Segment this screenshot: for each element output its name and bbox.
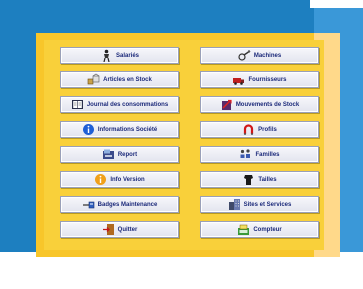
sites-services-label: Sites et Services: [243, 201, 292, 208]
tailles-label: Tailles: [258, 176, 277, 183]
info-icon: [82, 123, 95, 136]
corner-gap: [310, 0, 363, 8]
quitter-button[interactable]: Quitter: [60, 221, 179, 238]
info-societe-label: Informations Société: [97, 126, 158, 133]
articles-stock-label: Articles en Stock: [103, 76, 152, 83]
boxes-icon: [87, 73, 100, 86]
tailles-button[interactable]: Tailles: [200, 171, 319, 188]
articles-stock-button[interactable]: Articles en Stock: [60, 71, 179, 88]
info-version-label: Info Version: [110, 176, 145, 183]
familles-label: Familles: [255, 151, 280, 158]
version-info-icon: [94, 173, 107, 186]
counter-icon: [237, 223, 250, 236]
journal-button[interactable]: Journal des consommations: [60, 96, 179, 113]
fournisseurs-label: Fournisseurs: [248, 76, 287, 83]
app-window: Salariés Articles en Stock Journal des c…: [0, 0, 363, 289]
info-version-button[interactable]: Info Version: [60, 171, 179, 188]
journal-label: Journal des consommations: [86, 101, 169, 108]
report-button[interactable]: Report: [60, 146, 179, 163]
magnet-icon: [242, 123, 255, 136]
badges-maintenance-button[interactable]: Badges Maintenance: [60, 196, 179, 213]
building-icon: [228, 198, 241, 211]
fournisseurs-button[interactable]: Fournisseurs: [200, 71, 319, 88]
profils-button[interactable]: Profils: [200, 121, 319, 138]
profils-label: Profils: [258, 126, 277, 133]
machine-icon: [238, 49, 251, 62]
familles-button[interactable]: Familles: [200, 146, 319, 163]
salaries-label: Salariés: [115, 52, 140, 59]
exit-icon: [102, 223, 115, 236]
menu-panel: Salariés Articles en Stock Journal des c…: [44, 40, 324, 250]
compteur-label: Compteur: [253, 226, 282, 233]
report-label: Report: [117, 151, 138, 158]
supplier-icon: [232, 73, 245, 86]
badges-maintenance-label: Badges Maintenance: [97, 201, 158, 208]
family-icon: [239, 148, 252, 161]
compteur-button[interactable]: Compteur: [200, 221, 319, 238]
mouvements-stock-label: Mouvements de Stock: [235, 101, 300, 108]
size-icon: [242, 173, 255, 186]
sites-services-button[interactable]: Sites et Services: [200, 196, 319, 213]
info-societe-button[interactable]: Informations Société: [60, 121, 179, 138]
stock-movement-icon: [220, 98, 233, 111]
badge-icon: [82, 198, 95, 211]
machines-label: Machines: [253, 52, 282, 59]
salaries-button[interactable]: Salariés: [60, 47, 179, 64]
journal-icon: [71, 98, 84, 111]
quitter-label: Quitter: [117, 226, 138, 233]
mouvements-stock-button[interactable]: Mouvements de Stock: [200, 96, 319, 113]
machines-button[interactable]: Machines: [200, 47, 319, 64]
worker-icon: [100, 49, 113, 62]
report-icon: [102, 148, 115, 161]
